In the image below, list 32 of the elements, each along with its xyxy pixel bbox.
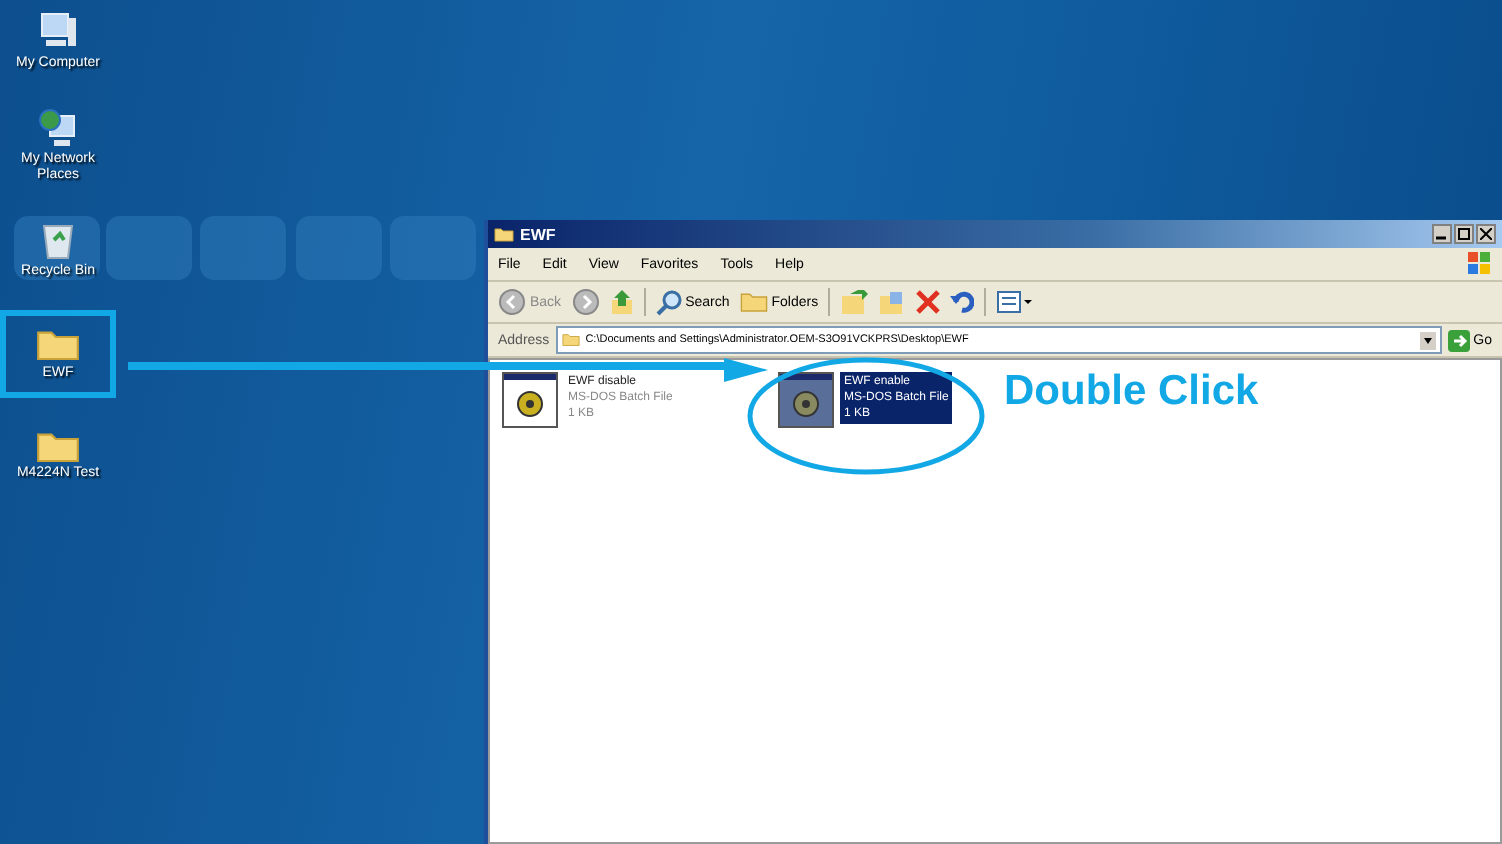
folder-icon <box>494 226 514 242</box>
recycle-bin-icon <box>40 220 76 260</box>
undo-icon <box>950 290 975 314</box>
maximize-button[interactable] <box>1454 224 1474 244</box>
move-to-folder-icon <box>840 289 869 315</box>
windows-flag-icon <box>1468 252 1492 276</box>
annotation-text: Double Click <box>1004 368 1259 416</box>
toolbar-button[interactable] <box>840 289 869 315</box>
dropdown-icon[interactable] <box>1419 331 1436 349</box>
toolbar-button[interactable] <box>609 288 634 316</box>
toolbar-button[interactable] <box>916 290 941 314</box>
folder-icon <box>561 332 580 348</box>
window-title: EWF <box>520 225 556 243</box>
toolbar-button[interactable] <box>950 290 975 314</box>
folder-icon <box>36 427 80 463</box>
batch-file-icon <box>502 372 558 428</box>
toolbar-button[interactable] <box>571 288 600 316</box>
network-computer-icon <box>38 108 78 148</box>
search-icon <box>655 289 682 315</box>
delete-icon <box>916 290 941 314</box>
minimize-button[interactable] <box>1432 224 1452 244</box>
views-icon <box>996 290 1033 314</box>
up-folder-icon <box>609 288 634 316</box>
folder-icon <box>739 290 768 314</box>
maximize-icon <box>1458 228 1470 240</box>
folder-icon <box>36 326 80 362</box>
close-button[interactable] <box>1476 224 1496 244</box>
batch-file-icon <box>778 372 834 428</box>
computer-icon <box>38 12 78 52</box>
copy-to-folder-icon <box>878 289 907 315</box>
toolbar-button[interactable] <box>996 290 1033 314</box>
close-icon <box>1480 228 1492 240</box>
